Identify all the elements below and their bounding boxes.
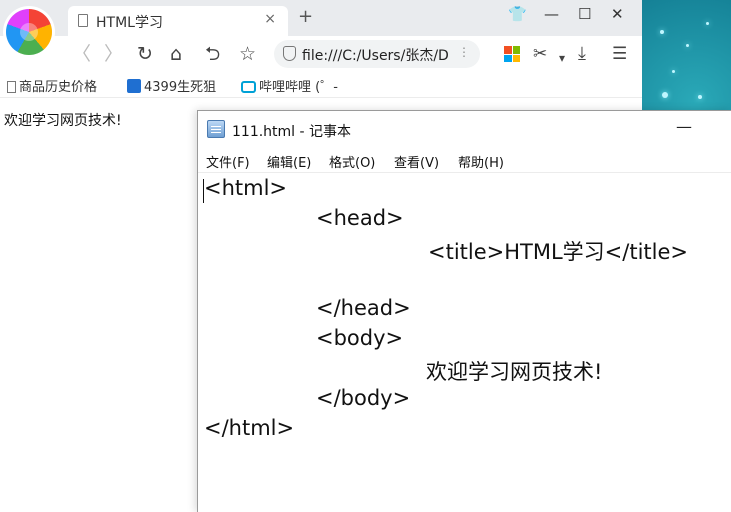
cut-dropdown-icon[interactable]: ▾ bbox=[559, 46, 565, 70]
document-icon bbox=[78, 14, 88, 27]
screenshot-cut-icon[interactable]: ✂ bbox=[533, 42, 547, 66]
wallpaper-sparkle bbox=[698, 95, 702, 99]
wallpaper-sparkle bbox=[660, 30, 664, 34]
wallpaper-sparkle bbox=[686, 44, 689, 47]
wallpaper-sparkle bbox=[706, 22, 709, 25]
code-line: </html> bbox=[204, 416, 295, 440]
forward-button[interactable]: 〉 bbox=[104, 42, 123, 66]
apps-grid-icon[interactable] bbox=[504, 46, 520, 62]
reload-button[interactable]: ↻ bbox=[137, 42, 153, 66]
download-icon[interactable]: ⤓ bbox=[578, 42, 586, 66]
notepad-title-bar[interactable]: 111.html - 记事本 — bbox=[198, 111, 731, 147]
wallpaper-sparkle bbox=[662, 92, 668, 98]
page-body-text: 欢迎学习网页技术! bbox=[4, 113, 122, 129]
page-icon bbox=[7, 81, 16, 93]
security-shield-icon[interactable] bbox=[283, 46, 296, 61]
notepad-text-area[interactable]: <html> <head> <title>HTML学习</title> </he… bbox=[203, 176, 728, 511]
bookmark-item-4399[interactable]: 4399生死狙 bbox=[127, 76, 216, 95]
menu-edit[interactable]: 编辑(E) bbox=[267, 152, 311, 171]
menu-format[interactable]: 格式(O) bbox=[329, 152, 375, 171]
notepad-title: 111.html - 记事本 bbox=[232, 124, 352, 140]
browser-logo-icon[interactable] bbox=[6, 9, 52, 55]
address-url[interactable]: file:///C:/Users/张杰/D bbox=[302, 45, 449, 65]
address-more-icon[interactable]: ⋮ bbox=[458, 45, 470, 59]
code-line: </body> bbox=[316, 386, 411, 410]
tab-bar: HTML学习 × + 👕 — ☐ ✕ bbox=[0, 0, 642, 36]
tab-html-study[interactable]: HTML学习 × bbox=[68, 6, 288, 36]
close-button[interactable]: ✕ bbox=[611, 5, 624, 23]
back-button[interactable]: 〈 bbox=[72, 42, 91, 66]
home-button[interactable]: ⌂ bbox=[170, 42, 182, 66]
bookmarks-bar: 商品历史价格 4399生死狙 哔哩哔哩 (゜- bbox=[0, 72, 642, 98]
notepad-menu-bar: 文件(F) 编辑(E) 格式(O) 查看(V) 帮助(H) bbox=[198, 149, 731, 173]
tab-title: HTML学习 bbox=[96, 15, 163, 31]
code-line: </head> bbox=[316, 296, 411, 320]
code-line: <body> bbox=[316, 326, 404, 350]
notepad-icon bbox=[207, 120, 225, 138]
minimize-button[interactable]: — bbox=[544, 5, 559, 23]
notepad-minimize-button[interactable]: — bbox=[676, 117, 692, 136]
menu-help[interactable]: 帮助(H) bbox=[458, 152, 504, 171]
code-line: <head> bbox=[316, 206, 404, 230]
4399-icon bbox=[127, 79, 141, 93]
code-line: <title>HTML学习</title> bbox=[428, 240, 689, 264]
address-bar[interactable]: file:///C:/Users/张杰/D ⋮ bbox=[274, 40, 480, 68]
bookmark-label: 4399生死狙 bbox=[144, 80, 217, 95]
notepad-window: 111.html - 记事本 — 文件(F) 编辑(E) 格式(O) 查看(V)… bbox=[197, 110, 731, 512]
menu-view[interactable]: 查看(V) bbox=[394, 152, 439, 171]
code-line: 欢迎学习网页技术! bbox=[426, 360, 603, 384]
bookmark-item-bilibili[interactable]: 哔哩哔哩 (゜- bbox=[241, 76, 338, 95]
bookmark-label: 哔哩哔哩 (゜- bbox=[259, 80, 338, 95]
undo-close-tab-button[interactable]: ⮌ bbox=[205, 42, 220, 66]
menu-file[interactable]: 文件(F) bbox=[206, 152, 250, 171]
bilibili-icon bbox=[241, 81, 256, 93]
maximize-button[interactable]: ☐ bbox=[578, 5, 591, 23]
code-line: <html> bbox=[204, 176, 288, 200]
favorite-star-button[interactable]: ☆ bbox=[239, 42, 256, 66]
skin-icon[interactable]: 👕 bbox=[508, 5, 527, 23]
bookmark-item-price-history[interactable]: 商品历史价格 bbox=[7, 76, 97, 95]
wallpaper-sparkle bbox=[672, 70, 675, 73]
tab-close-icon[interactable]: × bbox=[264, 11, 276, 27]
browser-toolbar: 〈 〉 ↻ ⌂ ⮌ ☆ file:///C:/Users/张杰/D ⋮ ✂ ▾ … bbox=[0, 36, 642, 72]
bookmark-label: 商品历史价格 bbox=[19, 80, 98, 95]
new-tab-button[interactable]: + bbox=[298, 6, 313, 27]
menu-icon[interactable]: ☰ bbox=[612, 42, 627, 66]
